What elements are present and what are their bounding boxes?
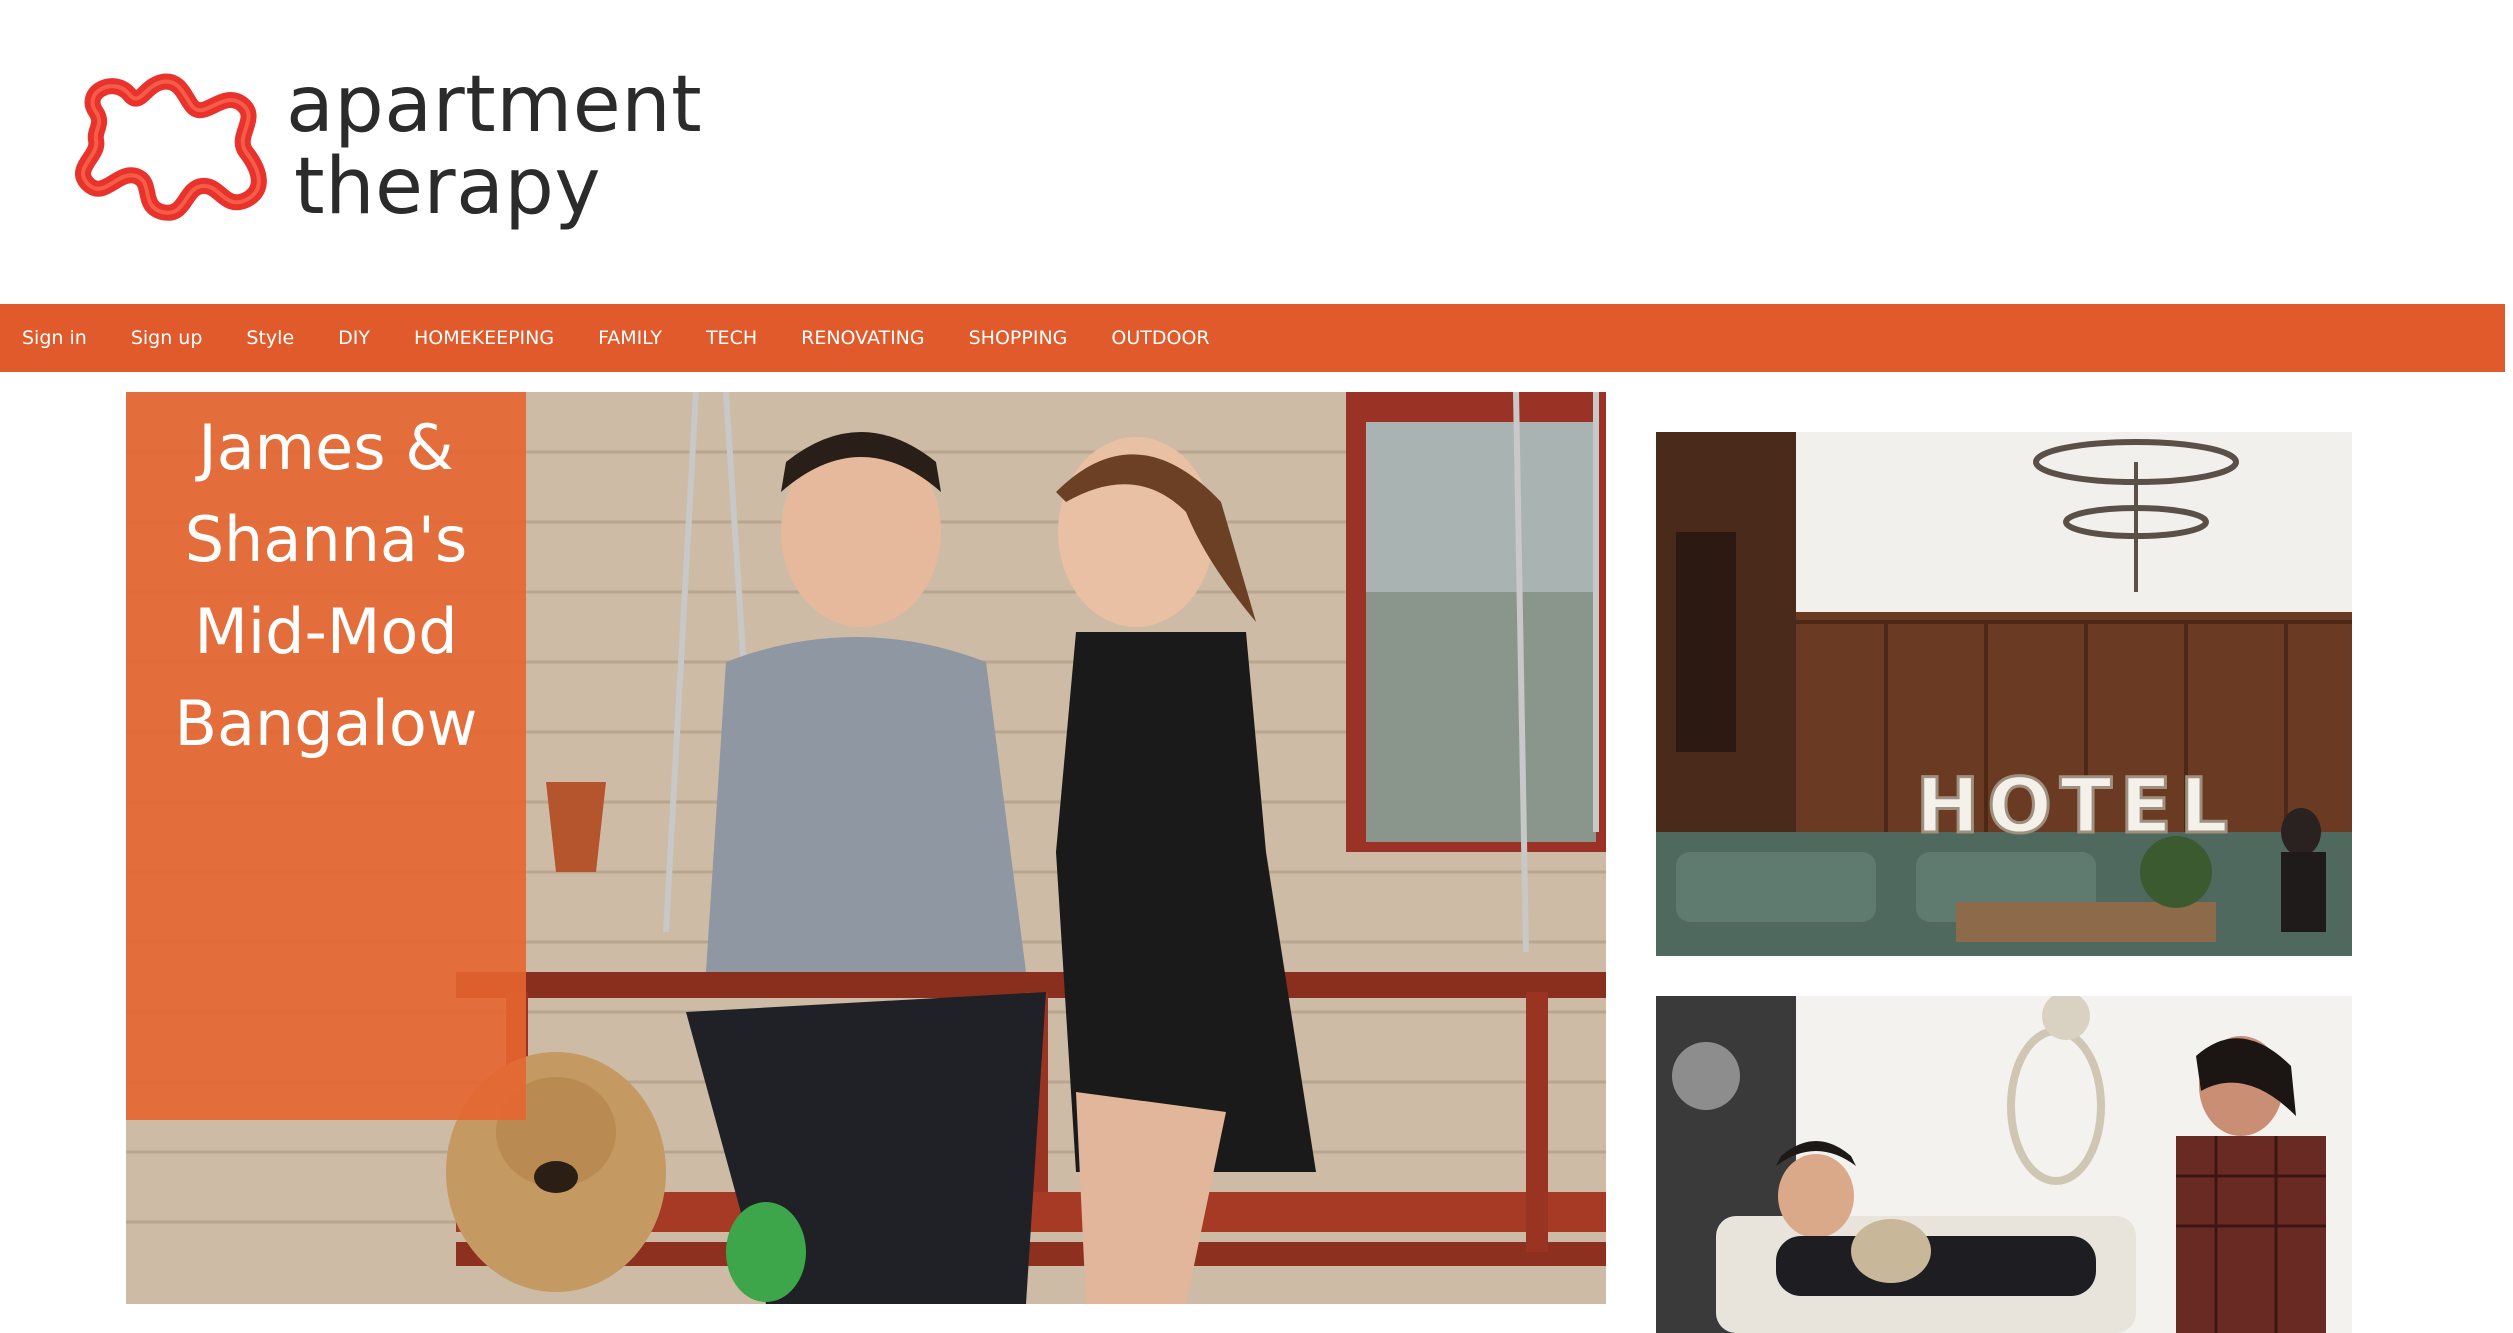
- hero-title-line: James &: [198, 411, 454, 484]
- nav-sign-in[interactable]: Sign in: [22, 327, 87, 349]
- hero-title-line: Bangalow: [174, 687, 478, 760]
- nav-sign-up[interactable]: Sign up: [131, 327, 203, 349]
- hero-title-line: Mid-Mod: [194, 595, 458, 668]
- logo-wordmark: apartment therapy: [286, 64, 702, 228]
- living-room-story-card[interactable]: [1656, 996, 2352, 1333]
- nav-outdoor[interactable]: OUTDOOR: [1111, 327, 1209, 349]
- hero-title-line: Shanna's: [184, 503, 468, 576]
- hero-feature-card[interactable]: James & Shanna's Mid-Mod Bangalow: [126, 392, 1606, 1304]
- hero-title: James & Shanna's Mid-Mod Bangalow: [126, 402, 526, 770]
- nav-diy[interactable]: DIY: [338, 327, 370, 349]
- squiggle-logo-icon: [75, 73, 267, 221]
- hotel-story-card[interactable]: HOTEL: [1656, 432, 2352, 956]
- living-room-photo: [1656, 996, 2352, 1333]
- nav-renovating[interactable]: RENOVATING: [801, 327, 925, 349]
- hotel-lobby-photo: HOTEL: [1656, 432, 2352, 956]
- main-nav-bar: Sign in Sign up Style DIY HOMEKEEPING FA…: [0, 304, 2505, 372]
- nav-tech[interactable]: TECH: [706, 327, 757, 349]
- logo-line-2: therapy: [294, 142, 602, 232]
- hotel-sign-text: HOTEL: [1916, 761, 2236, 850]
- logo-line-1: apartment: [286, 60, 703, 150]
- hero-title-overlay: James & Shanna's Mid-Mod Bangalow: [126, 392, 526, 1120]
- nav-family[interactable]: FAMILY: [598, 327, 662, 349]
- nav-shopping[interactable]: SHOPPING: [969, 327, 1068, 349]
- nav-style[interactable]: Style: [246, 327, 294, 349]
- apartment-therapy-logo[interactable]: apartment therapy: [74, 62, 714, 242]
- nav-homekeeping[interactable]: HOMEKEEPING: [414, 327, 554, 349]
